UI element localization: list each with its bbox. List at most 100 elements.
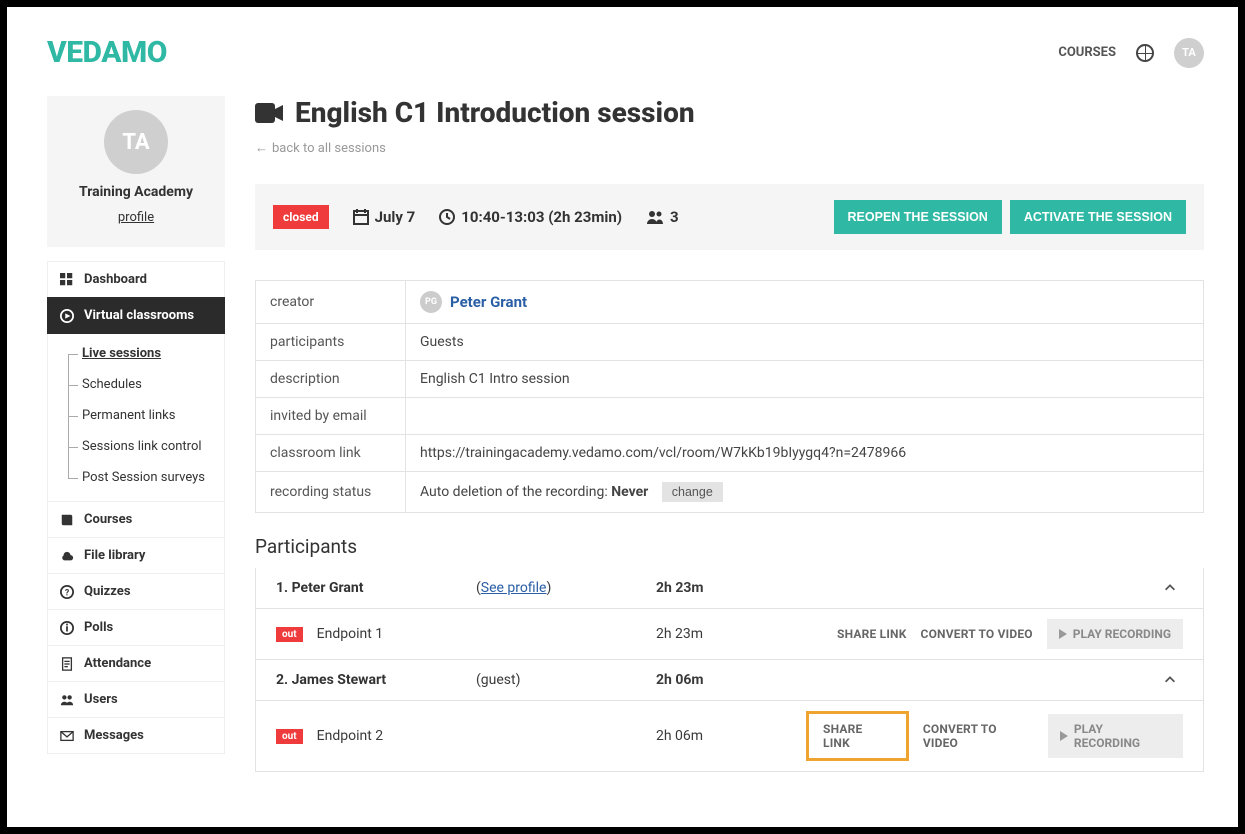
count-text: 3	[670, 208, 679, 226]
invited-label: invited by email	[256, 398, 406, 435]
session-count: 3	[646, 208, 679, 226]
description-label: description	[256, 361, 406, 398]
profile-card: TA Training Academy profile	[47, 96, 225, 247]
menu-attendance[interactable]: Attendance	[47, 645, 225, 681]
cloud-icon	[60, 549, 74, 563]
description-value: English C1 Intro session	[406, 361, 1204, 398]
recording-status-label: recording status	[256, 472, 406, 513]
date-text: July 7	[375, 208, 416, 226]
menu-courses[interactable]: Courses	[47, 501, 225, 537]
p1-name: Peter Grant	[292, 580, 364, 596]
menu-dashboard[interactable]: Dashboard	[47, 261, 225, 297]
submenu-live-sessions[interactable]: Live sessions	[68, 338, 224, 369]
chevron-up-icon[interactable]	[1163, 673, 1177, 687]
convert-video-button[interactable]: CONVERT TO VIDEO	[921, 627, 1033, 641]
session-info-table: creator PGPeter Grant participants Guest…	[255, 280, 1204, 513]
p1-duration: 2h 23m	[656, 580, 1163, 596]
envelope-icon	[60, 729, 74, 743]
submenu-link-control[interactable]: Sessions link control	[68, 431, 224, 462]
session-date: July 7	[353, 208, 416, 226]
change-button[interactable]: change	[662, 482, 723, 502]
time-text: 10:40-13:03 (2h 23min)	[461, 208, 622, 226]
reopen-session-button[interactable]: REOPEN THE SESSION	[834, 200, 1002, 234]
participant-row[interactable]: 2. James Stewart (guest) 2h 06m	[255, 660, 1204, 701]
paren-close: )	[546, 580, 551, 596]
menu-courses-label: Courses	[84, 512, 132, 527]
menu-quizzes[interactable]: ? Quizzes	[47, 573, 225, 609]
endpoint-row: out Endpoint 2 2h 06m SHARE LINK CONVERT…	[255, 701, 1204, 772]
p2-extra: (guest)	[476, 672, 656, 688]
menu-messages[interactable]: Messages	[47, 717, 225, 754]
menu-messages-label: Messages	[84, 728, 144, 743]
svg-text:?: ?	[65, 588, 70, 598]
participants-heading: Participants	[255, 535, 1204, 558]
see-profile-link[interactable]: See profile	[481, 580, 547, 596]
share-link-button[interactable]: SHARE LINK	[806, 711, 909, 761]
play-recording-button[interactable]: PLAY RECORDING	[1047, 619, 1183, 649]
menu-files-label: File library	[84, 548, 145, 563]
grid-icon	[60, 273, 74, 287]
chevron-up-icon[interactable]	[1163, 581, 1177, 595]
menu-users-label: Users	[84, 692, 118, 707]
menu-attend-label: Attendance	[84, 656, 151, 671]
invited-value	[406, 398, 1204, 435]
share-link-button[interactable]: SHARE LINK	[837, 627, 907, 641]
convert-video-button[interactable]: CONVERT TO VIDEO	[923, 722, 1034, 750]
main-menu: Dashboard Virtual classrooms	[47, 261, 225, 334]
endpoint-duration: 2h 06m	[656, 728, 806, 744]
book-icon	[60, 513, 74, 527]
menu-dashboard-label: Dashboard	[84, 272, 147, 287]
p1-num: 1.	[276, 580, 288, 596]
menu-users[interactable]: Users	[47, 681, 225, 717]
activate-session-button[interactable]: ACTIVATE THE SESSION	[1010, 200, 1186, 234]
submenu-pss-label: Post Session surveys	[82, 470, 205, 485]
endpoint-row: out Endpoint 1 2h 23m SHARE LINK CONVERT…	[255, 609, 1204, 660]
p2-name: James Stewart	[292, 672, 387, 688]
info-icon	[60, 621, 74, 635]
main-content: English C1 Introduction session ← back t…	[255, 96, 1204, 827]
page-title: English C1 Introduction session	[295, 96, 695, 129]
creator-avatar: PG	[420, 291, 442, 313]
camera-icon	[255, 103, 283, 123]
submenu-slc-label: Sessions link control	[82, 439, 202, 454]
rec-never: Never	[611, 484, 648, 500]
menu-virtual-classrooms[interactable]: Virtual classrooms	[47, 297, 225, 334]
submenu-perm-links[interactable]: Permanent links	[68, 400, 224, 431]
menu-file-library[interactable]: File library	[47, 537, 225, 573]
user-avatar[interactable]: TA	[1174, 38, 1204, 68]
status-badge: closed	[273, 205, 329, 229]
play-circle-icon	[60, 309, 74, 323]
submenu-schedules[interactable]: Schedules	[68, 369, 224, 400]
creator-link[interactable]: Peter Grant	[450, 293, 527, 311]
brand-logo[interactable]: VEDAMO	[47, 35, 167, 70]
question-icon: ?	[60, 585, 74, 599]
nav-courses[interactable]: COURSES	[1058, 45, 1116, 60]
status-badge-out: out	[276, 627, 303, 642]
play-label: PLAY RECORDING	[1074, 722, 1171, 750]
back-label: back to all sessions	[272, 141, 386, 156]
classroom-link-label: classroom link	[256, 435, 406, 472]
globe-icon[interactable]	[1136, 44, 1154, 62]
back-link[interactable]: ← back to all sessions	[255, 140, 386, 156]
play-label: PLAY RECORDING	[1073, 627, 1171, 641]
users-icon	[60, 693, 74, 707]
doc-icon	[60, 657, 74, 671]
p2-num: 2.	[276, 672, 288, 688]
participant-row[interactable]: 1. Peter Grant (See profile) 2h 23m	[255, 568, 1204, 609]
page-title-row: English C1 Introduction session	[255, 96, 1204, 129]
play-recording-button[interactable]: PLAY RECORDING	[1048, 714, 1183, 758]
submenu-post-surveys[interactable]: Post Session surveys	[68, 462, 224, 493]
main-menu-2: Courses File library ? Quizzes Polls	[47, 501, 225, 754]
arrow-left-icon: ←	[255, 140, 268, 156]
session-time: 10:40-13:03 (2h 23min)	[439, 208, 622, 226]
calendar-icon	[353, 209, 369, 225]
endpoint-name: Endpoint 2	[317, 728, 384, 744]
profile-link[interactable]: profile	[118, 210, 154, 225]
top-bar: VEDAMO COURSES TA	[47, 35, 1204, 70]
p2-duration: 2h 06m	[656, 672, 1163, 688]
menu-polls-label: Polls	[84, 620, 113, 635]
submenu-perm-label: Permanent links	[82, 408, 175, 423]
submenu-vclass: Live sessions Schedules Permanent links …	[47, 334, 225, 501]
menu-polls[interactable]: Polls	[47, 609, 225, 645]
classroom-link-value: https://trainingacademy.vedamo.com/vcl/r…	[406, 435, 1204, 472]
